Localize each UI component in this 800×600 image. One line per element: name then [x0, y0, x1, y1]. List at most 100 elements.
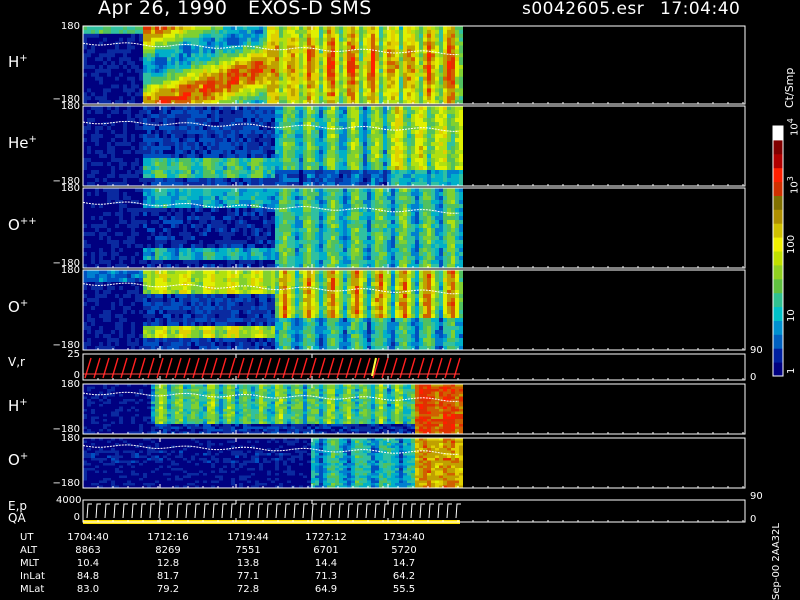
heatmap-cell: [91, 240, 95, 245]
heatmap-cell: [139, 236, 143, 241]
heatmap-cell: [187, 53, 191, 58]
heatmap-cell: [207, 154, 211, 159]
heatmap-cell: [171, 240, 175, 245]
heatmap-cell: [99, 29, 103, 35]
heatmap-cell: [159, 178, 163, 183]
heatmap-cell: [235, 236, 239, 241]
heatmap-cell: [291, 65, 295, 70]
heatmap-cell: [99, 26, 103, 31]
heatmap-cell: [243, 232, 247, 237]
heatmap-cell: [367, 96, 371, 101]
heatmap-cell: [359, 134, 363, 139]
heatmap-cell: [171, 68, 175, 74]
heatmap-cell: [195, 220, 199, 225]
heatmap-cell: [91, 142, 95, 147]
heatmap-cell: [267, 188, 271, 193]
heatmap-cell: [363, 106, 367, 111]
heatmap-cell: [103, 154, 107, 159]
heatmap-cell: [319, 72, 323, 78]
heatmap-cell: [287, 49, 291, 54]
heatmap-cell: [407, 57, 411, 62]
heatmap-cell: [311, 84, 315, 89]
heatmap-cell: [291, 134, 295, 139]
heatmap-cell: [163, 196, 167, 201]
heatmap-cell: [311, 236, 315, 241]
heatmap-cell: [343, 146, 347, 151]
heatmap-cell: [271, 142, 275, 147]
heatmap-cell: [391, 158, 395, 163]
heatmap-cell: [451, 154, 455, 159]
heatmap-cell: [115, 76, 119, 82]
heatmap-cell: [123, 224, 127, 229]
heatmap-cell: [195, 240, 199, 245]
heatmap-cell: [87, 26, 91, 31]
heatmap-cell: [91, 29, 95, 35]
heatmap-cell: [327, 45, 331, 50]
heatmap-cell: [99, 53, 103, 58]
heatmap-cell: [107, 84, 111, 89]
heatmap-cell: [187, 61, 191, 66]
heatmap-cell: [83, 61, 87, 66]
heatmap-cell: [459, 158, 463, 163]
heatmap-cell: [359, 61, 363, 66]
heatmap-cell: [431, 37, 435, 43]
heatmap-cell: [99, 166, 103, 171]
heatmap-cell: [171, 45, 175, 50]
heatmap-cell: [431, 41, 435, 46]
heatmap-cell: [447, 170, 451, 175]
heatmap-cell: [291, 45, 295, 50]
heatmap-cell: [319, 158, 323, 163]
heatmap-cell: [175, 84, 179, 89]
heatmap-cell: [139, 252, 143, 257]
heatmap-cell: [375, 138, 379, 143]
heatmap-cell: [355, 138, 359, 143]
heatmap-cell: [447, 110, 451, 115]
heatmap-cell: [351, 92, 355, 97]
heatmap-cell: [215, 154, 219, 159]
heatmap-cell: [251, 126, 255, 131]
heatmap-cell: [147, 162, 151, 167]
heatmap-cell: [195, 57, 199, 62]
heatmap-cell: [183, 37, 187, 43]
heatmap-cell: [287, 84, 291, 89]
heatmap-cell: [163, 134, 167, 139]
heatmap-cell: [143, 256, 147, 261]
heatmap-cell: [259, 224, 263, 229]
heatmap-cell: [171, 170, 175, 175]
heatmap-cell: [371, 37, 375, 43]
heatmap-cell: [215, 130, 219, 135]
heatmap-cell: [339, 26, 343, 31]
heatmap-cell: [343, 72, 347, 78]
heatmap-cell: [115, 150, 119, 155]
heatmap-cell: [119, 174, 123, 179]
heatmap-cell: [87, 204, 91, 209]
heatmap-cell: [455, 96, 459, 101]
heatmap-cell: [371, 76, 375, 82]
heatmap-cell: [171, 114, 175, 119]
heatmap-cell: [119, 37, 123, 43]
heatmap-cell: [211, 158, 215, 163]
heatmap-cell: [171, 166, 175, 171]
heatmap-cell: [403, 96, 407, 101]
heatmap-cell: [87, 130, 91, 135]
heatmap-cell: [239, 166, 243, 171]
heatmap-cell: [443, 49, 447, 54]
heatmap-cell: [367, 150, 371, 155]
heatmap-cell: [383, 106, 387, 111]
heatmap-cell: [283, 248, 287, 253]
heatmap-cell: [323, 72, 327, 78]
heatmap-cell: [411, 45, 415, 50]
heatmap-cell: [151, 154, 155, 159]
heatmap-cell: [91, 170, 95, 175]
heatmap-cell: [203, 37, 207, 43]
heatmap-cell: [211, 188, 215, 193]
heatmap-cell: [419, 106, 423, 111]
heatmap-cell: [399, 76, 403, 82]
heatmap-cell: [203, 65, 207, 70]
heatmap-cell: [439, 162, 443, 167]
heatmap-cell: [139, 118, 143, 123]
heatmap-cell: [347, 118, 351, 123]
heatmap-cell: [203, 33, 207, 39]
heatmap-cell: [87, 248, 91, 253]
heatmap-cell: [143, 208, 147, 213]
